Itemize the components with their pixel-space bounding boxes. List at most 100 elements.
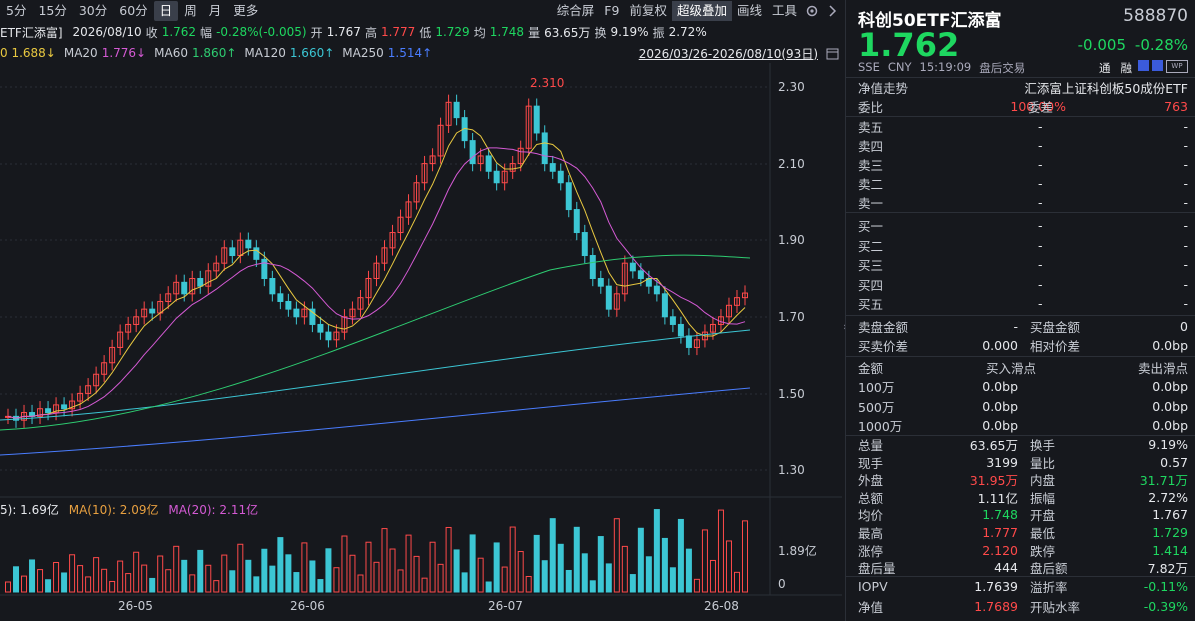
tab-30min[interactable]: 30分 — [73, 1, 113, 21]
draw-line-button[interactable]: 画线 — [732, 1, 767, 21]
bid-level-row: 买五 - - — [858, 296, 1188, 312]
volume-bar — [45, 579, 52, 593]
kline-chart-area[interactable]: 5分 15分 30分 60分 日 周 月 更多 综合屏 F9 前复权 超级叠加 … — [0, 0, 842, 621]
nav-trend-row[interactable]: 净值走势 汇添富上证科创板50成份ETF — [858, 78, 1188, 97]
ma20-value: 1.776↓ — [101, 46, 147, 60]
candle-body — [597, 278, 604, 287]
date-range[interactable]: 2026/03/26-2026/08/10(93日) — [639, 45, 818, 62]
candle-body — [565, 182, 572, 211]
volume-bar — [245, 559, 252, 593]
stat-row: 外盘 31.95万 内盘 31.71万 — [858, 473, 1188, 489]
tab-month[interactable]: 月 — [203, 1, 228, 21]
volume-bar — [565, 569, 572, 593]
candle-body — [405, 201, 412, 218]
volume-bar — [685, 548, 692, 593]
tab-60min[interactable]: 60分 — [113, 1, 153, 21]
candle-body — [525, 105, 532, 149]
calendar-icon[interactable] — [822, 43, 842, 63]
tools-button[interactable]: 工具 — [767, 1, 802, 21]
ma10-line — [7, 127, 746, 419]
super-overlay-button[interactable]: 超级叠加 — [671, 1, 732, 21]
candle-body — [453, 101, 460, 119]
tab-more[interactable]: 更多 — [227, 1, 264, 21]
stat-row: 均价 1.748 开盘 1.767 — [858, 507, 1188, 524]
candle-body — [693, 339, 700, 348]
volume-bar — [197, 549, 204, 593]
candle-body — [485, 155, 492, 172]
candle-body — [173, 281, 180, 295]
weibi-row: 委比 100.00% 委差 763 — [858, 99, 1188, 115]
candle-body — [309, 308, 316, 325]
forward-adjust-button[interactable]: 前复权 — [624, 1, 672, 21]
candle-body — [109, 346, 116, 364]
candle-body — [125, 323, 132, 333]
f9-button[interactable]: F9 — [599, 1, 624, 21]
last-price: 1.762 — [858, 26, 960, 64]
candle-body — [21, 412, 28, 421]
volume-bar — [269, 565, 276, 593]
candle-body — [541, 132, 548, 165]
candle-body — [261, 258, 268, 280]
volume-bar — [277, 537, 284, 593]
tab-15min[interactable]: 15分 — [32, 1, 72, 21]
candle-body — [189, 278, 196, 295]
tab-day[interactable]: 日 — [153, 1, 179, 21]
volume-bar — [101, 568, 108, 593]
candle-body — [661, 293, 668, 318]
vol-y-tick: 0 — [778, 577, 786, 591]
candle-body — [141, 308, 148, 318]
candle-body — [549, 163, 556, 172]
stat-row: 总额 1.11亿 振幅 2.72% — [858, 489, 1188, 506]
candle-body — [333, 331, 340, 341]
volume-bar — [437, 563, 444, 593]
chart-mini-icon[interactable] — [1152, 60, 1163, 71]
candle-body — [581, 232, 588, 257]
volume-bar — [349, 554, 356, 593]
stat-row: 总量 63.65万 换手 9.19% — [858, 437, 1188, 453]
candle-body — [213, 262, 220, 272]
ask-level-row: 卖一 - - — [858, 195, 1188, 211]
volume-bar — [189, 574, 196, 593]
candle-body — [621, 262, 628, 295]
volume-bar — [645, 556, 652, 593]
candle-body — [253, 247, 260, 260]
volume-bar — [237, 543, 244, 593]
volume-bar — [37, 569, 44, 593]
volume-bar — [581, 553, 588, 593]
y-tick: 1.30 — [778, 463, 805, 477]
volume-bar — [605, 563, 612, 593]
stat-row: 盘后量 444 盘后额 7.82万 — [858, 560, 1188, 577]
ma120-value: 1.660↑ — [289, 46, 335, 60]
candle-body — [93, 373, 100, 387]
candle-body — [373, 262, 380, 279]
wp-icon[interactable]: WP — [1166, 60, 1188, 73]
edit-icon[interactable] — [1138, 60, 1149, 71]
volume-bar — [341, 535, 348, 593]
candle-body — [133, 316, 140, 325]
chevron-right-icon[interactable] — [822, 1, 842, 21]
stat-row: 最高 1.777 最低 1.729 — [858, 525, 1188, 541]
overview-button[interactable]: 综合屏 — [552, 1, 600, 21]
candle-body — [629, 262, 636, 272]
candle-body — [421, 163, 428, 184]
tab-5min[interactable]: 5分 — [0, 1, 32, 21]
volume-bar — [261, 548, 268, 593]
volume-bar — [405, 534, 412, 593]
candle-body — [701, 331, 708, 341]
volume-bar — [293, 572, 300, 593]
ask-level-row: 卖三 - - — [858, 157, 1188, 173]
candle-body — [709, 323, 716, 333]
candle-body — [517, 147, 524, 165]
ma10-value: 0 1.688↓ — [0, 46, 56, 60]
candle-body — [301, 308, 308, 318]
kline-svg[interactable] — [0, 0, 842, 621]
candle-body — [653, 285, 660, 295]
volume-bar — [637, 527, 644, 593]
x-tick: 26-08 — [704, 599, 739, 613]
bid-level-row: 买三 - - — [858, 257, 1188, 273]
candle-body — [605, 285, 612, 310]
settings-icon[interactable] — [802, 1, 822, 21]
tab-week[interactable]: 周 — [178, 1, 203, 21]
candle-body — [325, 331, 332, 341]
volume-bar — [133, 551, 140, 593]
